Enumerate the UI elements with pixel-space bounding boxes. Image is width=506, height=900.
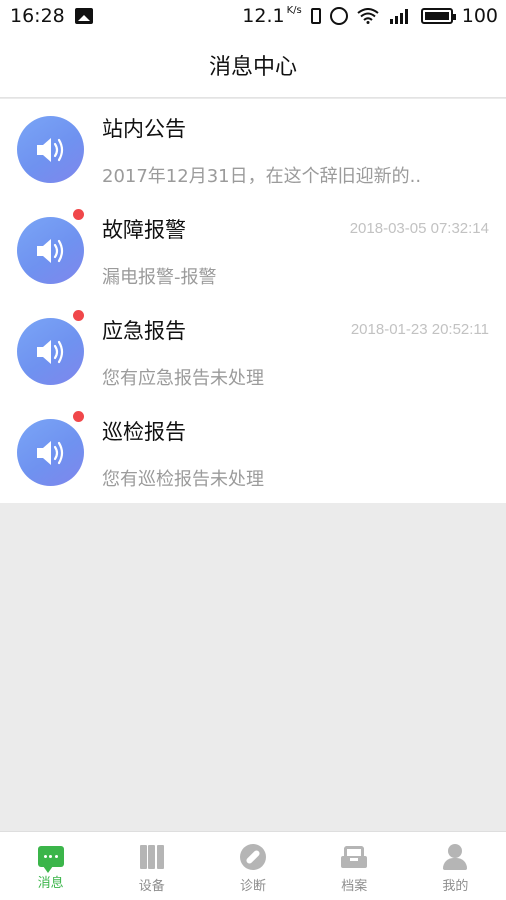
device-icon — [139, 844, 165, 870]
status-time: 16:28 — [10, 5, 65, 27]
message-time: 2018-03-05 07:32:14 — [349, 220, 489, 237]
tab-label: 档案 — [341, 879, 368, 894]
tab-label: 我的 — [442, 879, 469, 894]
message-time: 2018-01-23 20:52:11 — [350, 321, 489, 338]
chat-icon — [37, 846, 64, 873]
alarm-icon — [329, 7, 348, 25]
page-header: 消息中心 — [0, 32, 506, 98]
message-item-announcement[interactable]: 站内公告 2017年12月31日，在这个辞旧迎新的.. — [0, 99, 506, 200]
message-preview: 漏电报警-报警 — [102, 267, 217, 288]
unread-badge — [73, 310, 84, 321]
vibrate-icon — [310, 8, 321, 24]
unread-badge — [73, 411, 84, 422]
person-icon — [442, 844, 468, 870]
speaker-icon — [17, 318, 84, 385]
tab-label: 消息 — [37, 876, 64, 891]
speaker-icon — [17, 419, 84, 486]
message-item-inspection-report[interactable]: 巡检报告 您有巡检报告未处理 — [0, 402, 506, 503]
network-speed: 12.1 K/s — [242, 5, 302, 27]
tab-label: 设备 — [138, 879, 165, 894]
image-notification-icon — [74, 8, 93, 24]
message-title: 巡检报告 — [102, 420, 186, 444]
archive-icon — [341, 844, 368, 870]
bottom-tab-bar: 消息 设备 诊断 档案 我的 — [0, 831, 506, 900]
tab-diagnosis[interactable]: 诊断 — [202, 832, 303, 900]
battery-icon — [420, 8, 456, 24]
message-preview: 您有应急报告未处理 — [102, 368, 264, 389]
signal-icon — [389, 9, 408, 24]
tab-messages[interactable]: 消息 — [0, 832, 101, 900]
message-item-emergency-report[interactable]: 应急报告 2018-01-23 20:52:11 您有应急报告未处理 — [0, 301, 506, 402]
message-title: 应急报告 — [102, 319, 186, 343]
status-bar: 16:28 12.1 K/s 100 — [0, 0, 506, 32]
battery-level: 100 — [461, 5, 498, 27]
message-list: 站内公告 2017年12月31日，在这个辞旧迎新的.. 故障报警 2018-03… — [0, 99, 506, 503]
page-title: 消息中心 — [208, 54, 297, 80]
speaker-icon — [17, 116, 84, 183]
message-item-fault-alarm[interactable]: 故障报警 2018-03-05 07:32:14 漏电报警-报警 — [0, 200, 506, 301]
unread-badge — [73, 209, 84, 220]
wifi-icon — [357, 8, 379, 24]
tab-devices[interactable]: 设备 — [101, 832, 202, 900]
speaker-icon — [17, 217, 84, 284]
message-title: 站内公告 — [102, 117, 186, 141]
compass-icon — [240, 844, 266, 870]
tab-archive[interactable]: 档案 — [304, 832, 405, 900]
message-preview: 您有巡检报告未处理 — [102, 469, 264, 490]
message-title: 故障报警 — [102, 218, 186, 242]
message-preview: 2017年12月31日，在这个辞旧迎新的.. — [102, 166, 422, 187]
tab-profile[interactable]: 我的 — [405, 832, 506, 900]
tab-label: 诊断 — [240, 879, 267, 894]
